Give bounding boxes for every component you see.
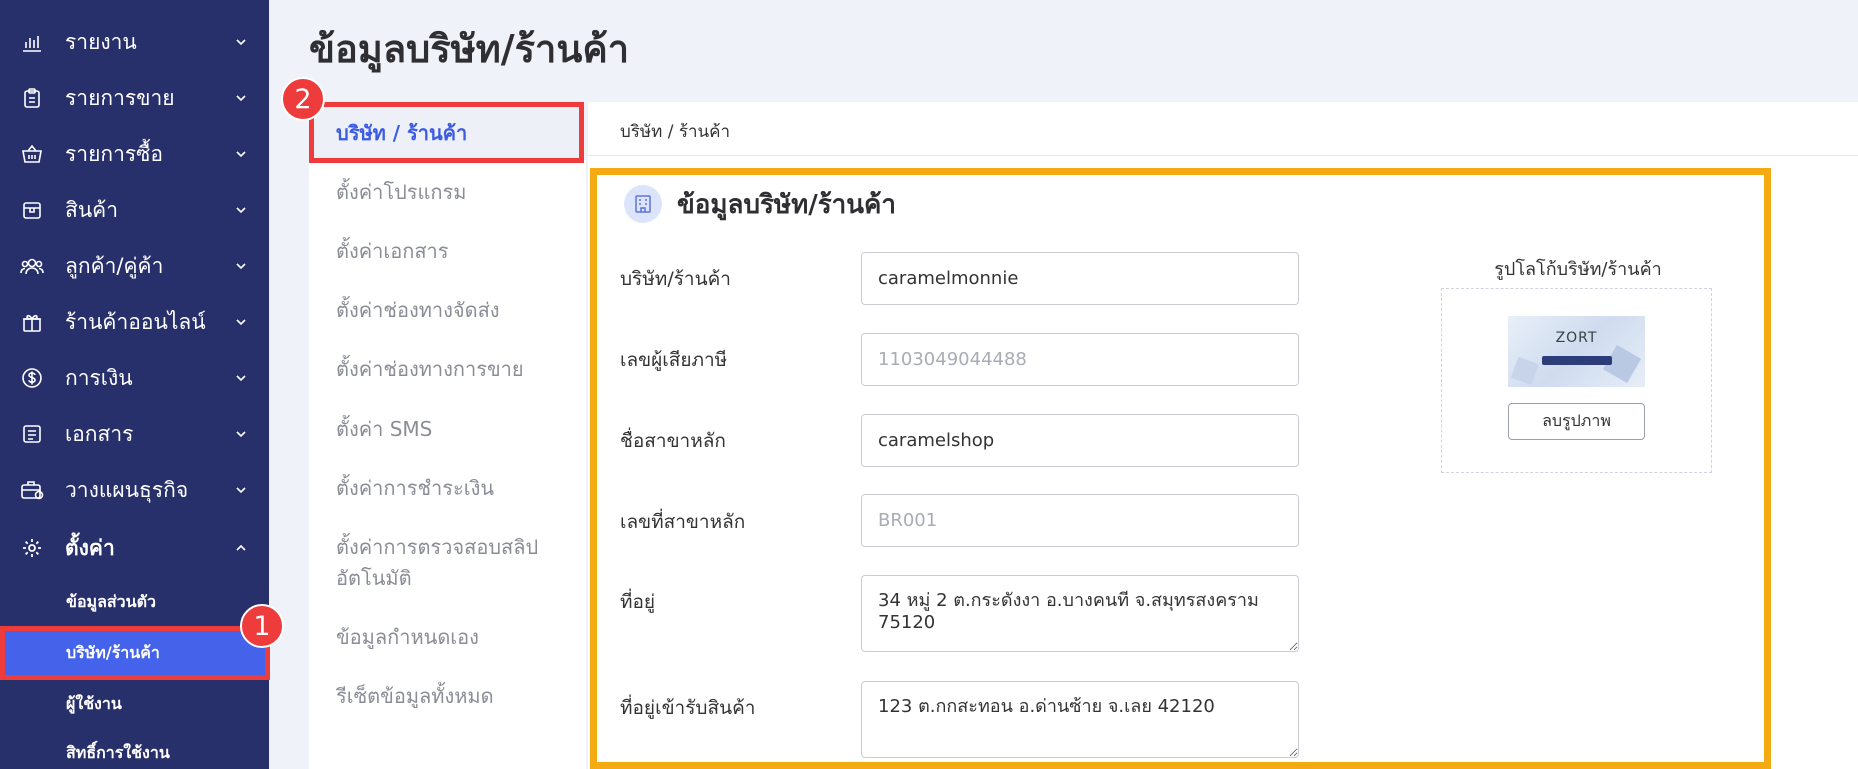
users-icon <box>20 254 44 278</box>
sidebar-item-business-plan[interactable]: วางแผนธุรกิจ <box>0 462 269 518</box>
sidebar-item-finance[interactable]: การเงิน <box>0 350 269 406</box>
logo-brand-text: ZORT <box>1555 330 1598 346</box>
settings-link-company[interactable]: บริษัท / ร้านค้า <box>336 118 467 148</box>
bar-chart-icon <box>20 30 44 54</box>
delete-image-button[interactable]: ลบรูปภาพ <box>1508 403 1645 440</box>
address-textarea[interactable]: 34 หมู่ 2 ต.กระดังงา อ.บางคนที จ.สมุทรสง… <box>861 575 1299 652</box>
sidebar-subitem-label: บริษัท/ร้านค้า <box>66 642 160 662</box>
branch-name-input[interactable] <box>861 414 1299 467</box>
sidebar-subitem-label: ผู้ใช้งาน <box>66 693 122 713</box>
sidebar-item-settings[interactable]: ตั้งค่า <box>0 520 269 576</box>
company-label: บริษัท/ร้านค้า <box>620 268 731 290</box>
document-icon <box>20 422 44 446</box>
branch-no-label: เลขที่สาขาหลัก <box>620 511 746 533</box>
chevron-down-icon <box>234 371 248 385</box>
sidebar-item-products[interactable]: สินค้า <box>0 182 269 238</box>
chevron-down-icon <box>234 203 248 217</box>
logo-banner <box>1542 356 1612 365</box>
content-header: บริษัท / ร้านค้า <box>588 102 1858 156</box>
briefcase-icon <box>20 478 44 502</box>
dollar-icon <box>20 366 44 390</box>
settings-link-custom-data[interactable]: ข้อมูลกำหนดเอง <box>336 622 479 652</box>
sidebar-item-label: วางแผนธุรกิจ <box>65 477 189 502</box>
chevron-down-icon <box>234 35 248 49</box>
basket-icon <box>20 142 44 166</box>
company-logo-image: ZORT <box>1508 316 1645 387</box>
sidebar-item-label: ลูกค้า/คู่ค้า <box>65 253 164 278</box>
tax-id-label: เลขผู้เสียภาษี <box>620 349 728 371</box>
sidebar-item-label: การเงิน <box>65 365 133 390</box>
tax-id-input[interactable] <box>861 333 1299 386</box>
chevron-down-icon <box>234 259 248 273</box>
building-icon <box>624 185 662 223</box>
receive-address-textarea[interactable]: 123 ต.กกสะทอน อ.ด่านซ้าย จ.เลย 42120 <box>861 681 1299 758</box>
sidebar-item-reports[interactable]: รายงาน <box>0 14 269 70</box>
sidebar-item-online-store[interactable]: ร้านค้าออนไลน์ <box>0 294 269 350</box>
content-header-title: บริษัท / ร้านค้า <box>620 122 731 142</box>
settings-link-program[interactable]: ตั้งค่าโปรแกรม <box>336 177 466 207</box>
gift-icon <box>20 310 44 334</box>
logo-title: รูปโลโก้บริษัท/ร้านค้า <box>1494 259 1662 280</box>
chevron-down-icon <box>234 147 248 161</box>
sidebar-subitem-users[interactable]: ผู้ใช้งาน <box>0 681 269 727</box>
sidebar-subitem-label: ข้อมูลส่วนตัว <box>66 591 156 611</box>
settings-link-documents[interactable]: ตั้งค่าเอกสาร <box>336 236 449 266</box>
sidebar-subitem-permissions[interactable]: สิทธิ์การใช้งาน <box>0 730 269 769</box>
chevron-down-icon <box>234 483 248 497</box>
sidebar-item-customers[interactable]: ลูกค้า/คู่ค้า <box>0 238 269 294</box>
settings-link-sales-channels[interactable]: ตั้งค่าช่องทางการขาย <box>336 354 524 384</box>
sidebar-item-label: รายการขาย <box>65 85 175 110</box>
settings-link-slip-verification[interactable]: ตั้งค่าการตรวจสอบสลิป <box>336 532 538 562</box>
settings-link-shipping[interactable]: ตั้งค่าช่องทางจัดส่ง <box>336 295 500 325</box>
chevron-down-icon <box>234 427 248 441</box>
sidebar-item-label: รายการซื้อ <box>65 141 164 166</box>
sidebar-item-label: เอกสาร <box>65 421 134 446</box>
card-title: ข้อมูลบริษัท/ร้านค้า <box>677 190 897 220</box>
gear-icon <box>20 536 44 560</box>
sidebar-subitem-company[interactable]: บริษัท/ร้านค้า <box>0 630 269 676</box>
sidebar-item-label: รายงาน <box>65 29 137 54</box>
step-badge-1: 1 <box>240 604 284 648</box>
settings-link-slip-verification-line2[interactable]: อัตโนมัติ <box>336 563 412 593</box>
sidebar-subitem-label: สิทธิ์การใช้งาน <box>66 742 170 762</box>
sidebar-item-purchases[interactable]: รายการซื้อ <box>0 126 269 182</box>
sidebar-item-label: สินค้า <box>65 197 119 222</box>
address-label: ที่อยู่ <box>620 591 656 613</box>
branch-name-label: ชื่อสาขาหลัก <box>620 430 726 452</box>
company-input[interactable] <box>861 252 1299 305</box>
receive-address-label: ที่อยู่เข้ารับสินค้า <box>620 697 756 719</box>
settings-link-payment[interactable]: ตั้งค่าการชำระเงิน <box>336 473 494 503</box>
page-title: ข้อมูลบริษัท/ร้านค้า <box>309 27 630 71</box>
chevron-down-icon <box>234 91 248 105</box>
step-badge-2: 2 <box>281 77 325 121</box>
logo-decoration <box>1510 356 1540 386</box>
sidebar-item-sales[interactable]: รายการขาย <box>0 70 269 126</box>
chevron-up-icon <box>234 541 248 555</box>
sidebar-item-label: ร้านค้าออนไลน์ <box>65 309 206 334</box>
sidebar-item-label: ตั้งค่า <box>65 535 115 560</box>
branch-no-input[interactable] <box>861 494 1299 547</box>
box-icon <box>20 198 44 222</box>
clipboard-icon <box>20 86 44 110</box>
settings-link-sms[interactable]: ตั้งค่า SMS <box>336 414 432 444</box>
sidebar: รายงาน รายการขาย รายการซื้อ สินค้า ลูกค้… <box>0 0 269 769</box>
sidebar-subitem-profile[interactable]: ข้อมูลส่วนตัว <box>0 579 269 625</box>
settings-link-reset[interactable]: รีเซ็ตข้อมูลทั้งหมด <box>336 681 494 711</box>
chevron-down-icon <box>234 315 248 329</box>
sidebar-item-documents[interactable]: เอกสาร <box>0 406 269 462</box>
